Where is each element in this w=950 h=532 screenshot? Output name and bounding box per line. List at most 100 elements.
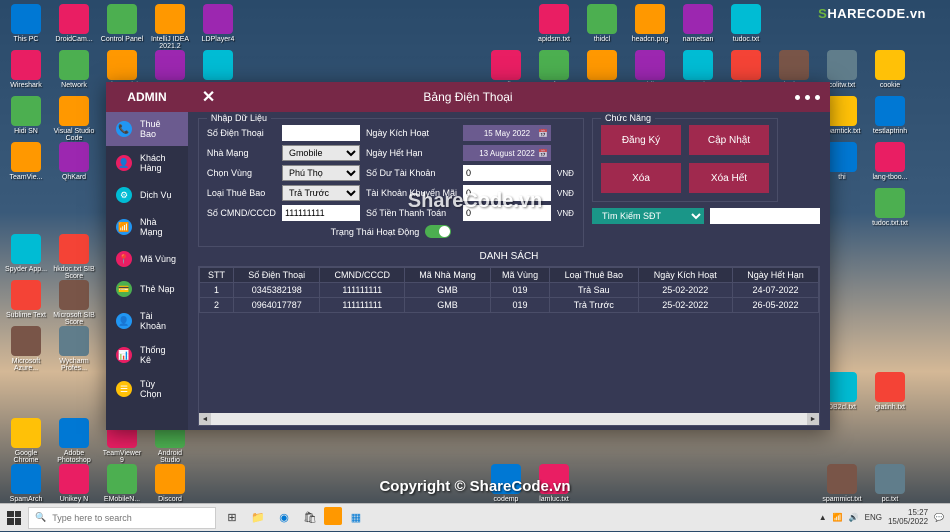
h-scrollbar[interactable]: ◄ ►: [199, 413, 819, 425]
date-ngaykh[interactable]: 15 May 2022: [463, 125, 551, 141]
desktop-icon[interactable]: DroidCam...: [52, 4, 96, 43]
search-input[interactable]: [710, 208, 820, 224]
desktop-icon[interactable]: cookie: [868, 50, 912, 89]
desktop-icon[interactable]: Wireshark: [4, 50, 48, 89]
titlebar: ✕ Bảng Điện Thoại: [188, 82, 830, 112]
sidebar-item-1[interactable]: 👤Khách Hàng: [106, 146, 188, 180]
desktop-icon[interactable]: Microsoft Azure...: [4, 326, 48, 372]
desktop-icon[interactable]: Microsoft SIB Score: [52, 280, 96, 326]
label-ngaykh: Ngày Kích Hoạt: [366, 128, 457, 138]
sidebar-item-7[interactable]: 📊Thống Kê: [106, 338, 188, 372]
col-header: Mã Vùng: [491, 268, 550, 283]
label-trangthai: Trạng Thái Hoạt Động: [331, 227, 420, 237]
desktop-icon[interactable]: headcn.png: [628, 4, 672, 43]
desktop-icon[interactable]: QhKard: [52, 142, 96, 181]
sidebar-item-0[interactable]: 📞Thuê Bao: [106, 112, 188, 146]
desktop-icon[interactable]: LDPlayer4: [196, 4, 240, 43]
taskbar-search-input[interactable]: [52, 513, 209, 523]
tray-notif-icon[interactable]: 💬: [934, 513, 944, 522]
taskbar-search[interactable]: 🔍: [28, 507, 216, 529]
start-button[interactable]: [0, 504, 28, 532]
app-icon[interactable]: ▦: [344, 507, 368, 529]
desktop-icon[interactable]: Spyder App...: [4, 234, 48, 273]
unit-vnd-2: VNĐ: [557, 189, 575, 198]
desktop-icon[interactable]: Discord: [148, 464, 192, 503]
select-loaithuebao[interactable]: Trả Trước: [282, 185, 360, 201]
desktop-icon[interactable]: Hidi SN: [4, 96, 48, 135]
func-fieldset: Chức Năng Đăng Ký Cập Nhật Xóa Xóa Hết: [592, 118, 778, 202]
tray-wifi-icon[interactable]: 📶: [833, 513, 843, 522]
desktop-icon[interactable]: Visual Studio Code: [52, 96, 96, 142]
desktop-icon[interactable]: This PC: [4, 4, 48, 43]
desktop-icon[interactable]: nametsan: [676, 4, 720, 43]
task-view-icon[interactable]: ⊞: [220, 507, 244, 529]
desktop-icon[interactable]: pc.txt: [868, 464, 912, 503]
input-cmnd[interactable]: [282, 205, 360, 221]
desktop-icon[interactable]: Adobe Photoshop: [52, 418, 96, 464]
select-chonvung[interactable]: Phú Thọ: [282, 165, 360, 181]
input-fieldset: Nhập Dữ Liệu Số Điện Thoại Ngày Kích Hoạ…: [198, 118, 584, 247]
sidebar-item-3[interactable]: 📶Nhà Mạng: [106, 210, 188, 244]
sidebar-icon-4: 📍: [116, 251, 132, 267]
sidebar-item-8[interactable]: ☰Tùy Chọn: [106, 372, 188, 406]
close-icon[interactable]: ✕: [202, 87, 215, 107]
desktop-icon[interactable]: TeamVie...: [4, 142, 48, 181]
search-select[interactable]: Tìm Kiếm SĐT: [592, 208, 704, 224]
toggle-trangthai[interactable]: [425, 225, 451, 238]
app-window: ADMIN 📞Thuê Bao👤Khách Hàng⚙Dịch Vụ📶Nhà M…: [106, 82, 830, 430]
tray-volume-icon[interactable]: 🔊: [849, 513, 859, 522]
sidebar-item-6[interactable]: 👤Tài Khoản: [106, 304, 188, 338]
btn-xoahet[interactable]: Xóa Hết: [689, 163, 769, 193]
sublime-icon[interactable]: [324, 507, 342, 525]
label-chonvung: Chọn Vùng: [207, 168, 276, 178]
sidebar-icon-6: 👤: [116, 313, 132, 329]
desktop-icon[interactable]: lang-tboo...: [868, 142, 912, 181]
taskbar: 🔍 ⊞ 📁 ◉ 🛍 ▦ ▲ 📶 🔊 ENG 15:27 15/05/2022 💬: [0, 503, 950, 531]
date-ngayhh[interactable]: 13 August 2022: [463, 145, 551, 161]
desktop-icon[interactable]: Network: [52, 50, 96, 89]
window-dots[interactable]: [795, 95, 820, 100]
btn-capnhat[interactable]: Cập Nhật: [689, 125, 769, 155]
watermark-top: SHARECODE.vn: [818, 6, 926, 21]
select-nhamang[interactable]: Gmobile: [282, 145, 360, 161]
edge-icon[interactable]: ◉: [272, 507, 296, 529]
desktop-icon[interactable]: EMobileN...: [100, 464, 144, 503]
desktop-icon[interactable]: giatinh.txt: [868, 372, 912, 411]
desktop-icon[interactable]: tudoc.txt.txt: [868, 188, 912, 227]
desktop-icon[interactable]: apidsm.txt: [532, 4, 576, 43]
desktop-icon[interactable]: Unikey N: [52, 464, 96, 503]
explorer-icon[interactable]: 📁: [246, 507, 270, 529]
input-sodu[interactable]: [463, 165, 551, 181]
unit-vnd-3: VNĐ: [557, 209, 575, 218]
desktop-icon[interactable]: testlaptrinh: [868, 96, 912, 135]
table-row[interactable]: 10345382198111111111GMB019Trả Sau25-02-2…: [199, 283, 818, 298]
label-nhamang: Nhà Mạng: [207, 148, 276, 158]
desktop-icon[interactable]: Google Chrome: [4, 418, 48, 464]
desktop-icon[interactable]: thidcl: [580, 4, 624, 43]
tray-lang[interactable]: ENG: [865, 513, 882, 522]
desktop-icon[interactable]: IntelliJ IDEA 2021.2: [148, 4, 192, 50]
desktop-icon[interactable]: hkdoc.txt SIB Score: [52, 234, 96, 280]
btn-xoa[interactable]: Xóa: [601, 163, 681, 193]
desktop-icon[interactable]: Sublime Text: [4, 280, 48, 319]
input-sdt[interactable]: [282, 125, 360, 141]
col-header: CMND/CCCD: [320, 268, 405, 283]
store-icon[interactable]: 🛍: [298, 507, 322, 529]
label-ngayhh: Ngày Hết Hạn: [366, 148, 457, 158]
table-row[interactable]: 20964017787111111111GMB019Trả Trước25-02…: [199, 298, 818, 313]
sidebar-label-3: Nhà Mạng: [140, 217, 178, 237]
scroll-right-icon[interactable]: ►: [807, 413, 819, 425]
sidebar-item-4[interactable]: 📍 Mã Vùng: [106, 244, 188, 274]
desktop-icon[interactable]: Control Panel: [100, 4, 144, 43]
sidebar-label-4: Mã Vùng: [140, 254, 176, 264]
tray-clock[interactable]: 15:27 15/05/2022: [888, 509, 928, 527]
sidebar-item-2[interactable]: ⚙Dịch Vụ: [106, 180, 188, 210]
tray-up-icon[interactable]: ▲: [819, 513, 827, 522]
desktop-icon[interactable]: spammict.txt: [820, 464, 864, 503]
scroll-left-icon[interactable]: ◄: [199, 413, 211, 425]
desktop-icon[interactable]: tudoc.txt: [724, 4, 768, 43]
sidebar-icon-8: ☰: [116, 381, 132, 397]
desktop-icon[interactable]: Wycharm Profes...: [52, 326, 96, 372]
btn-dangky[interactable]: Đăng Ký: [601, 125, 681, 155]
sidebar-item-5[interactable]: 💳Thẻ Nạp: [106, 274, 188, 304]
